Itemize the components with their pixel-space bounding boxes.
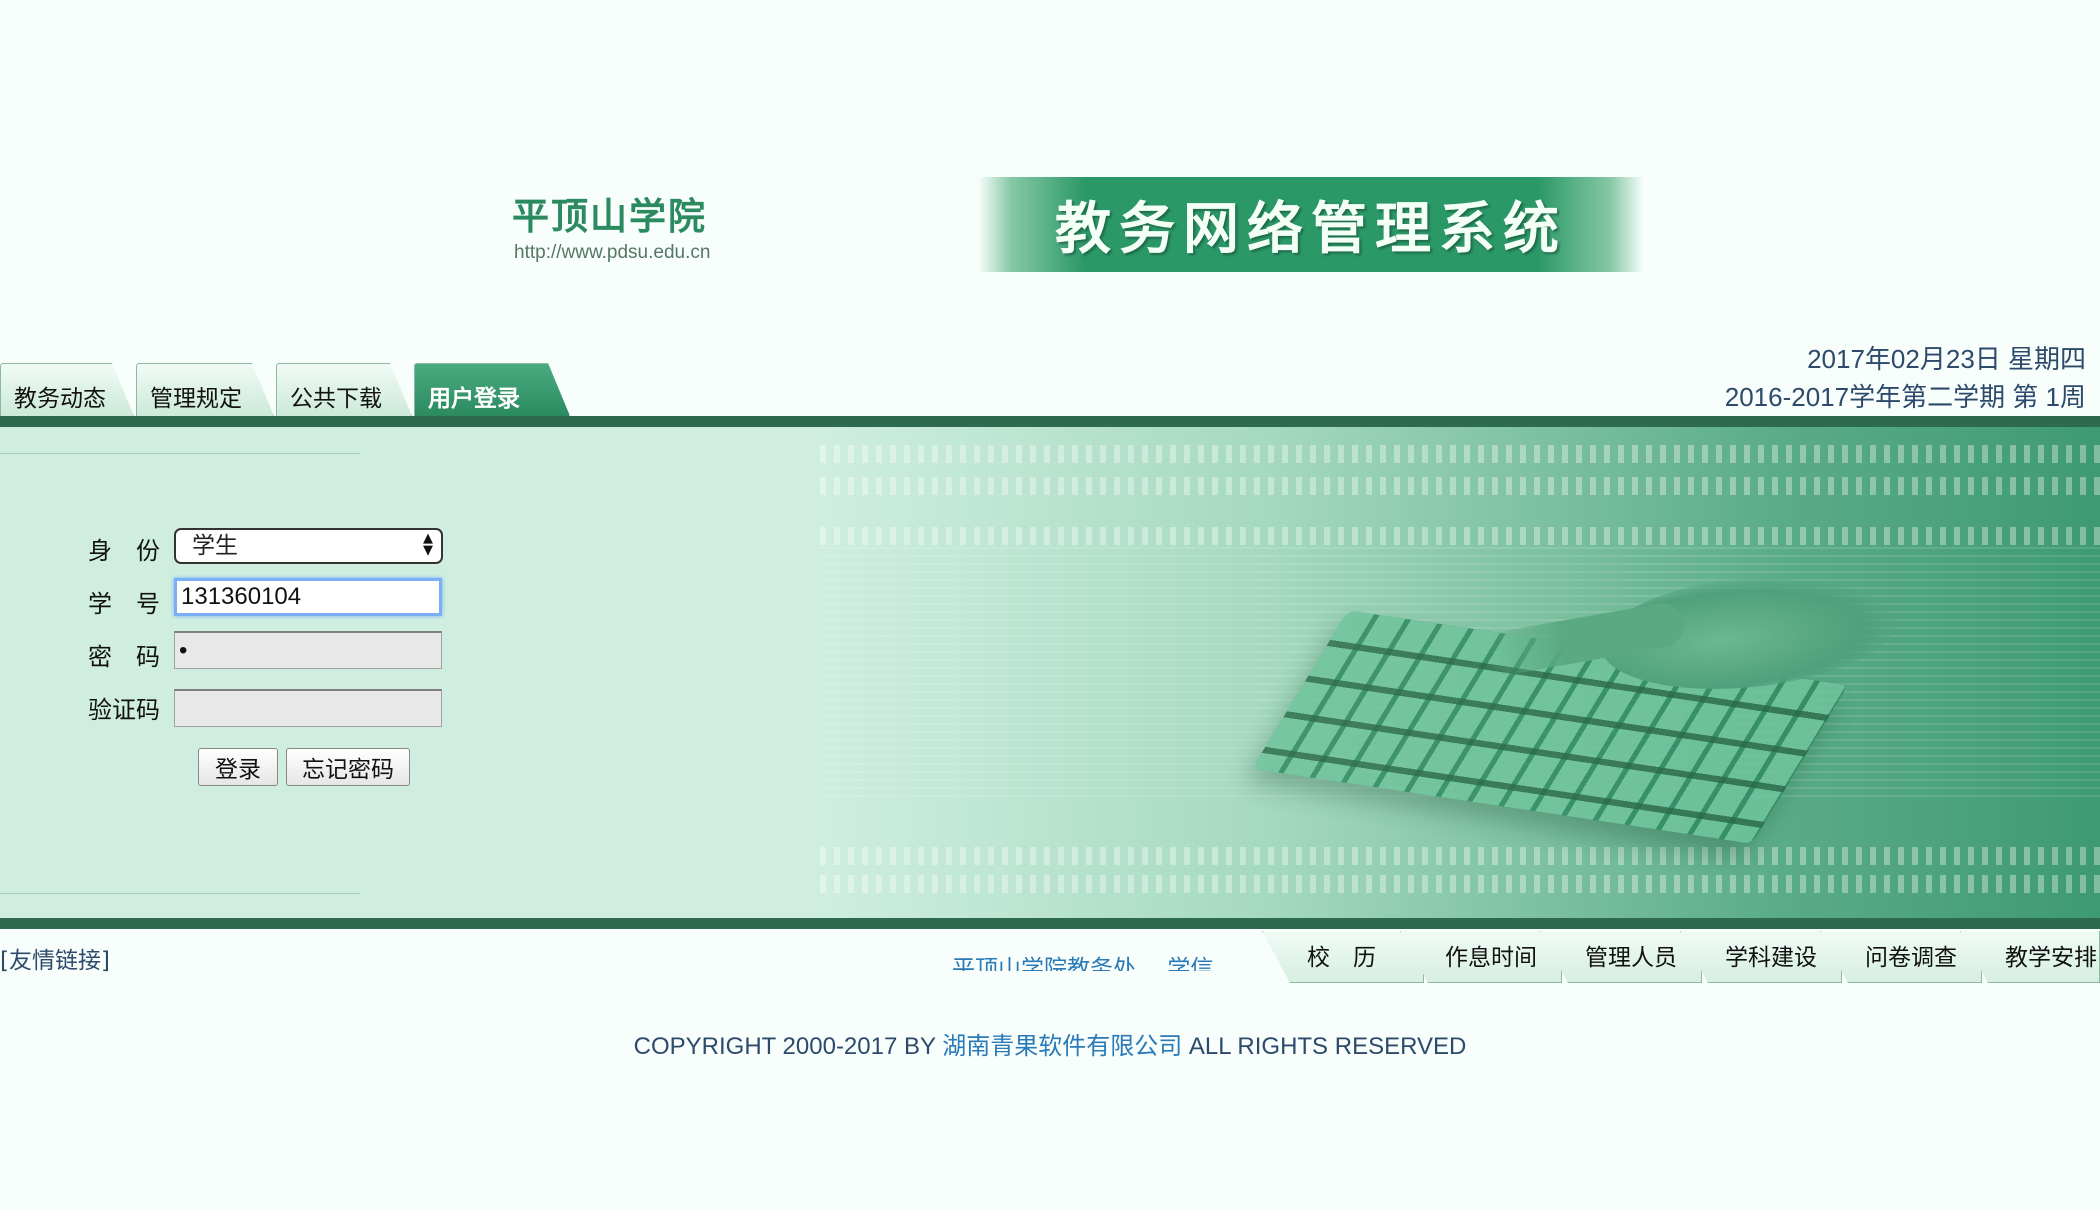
scrolling-links: 平顶山学院教务处 学信网 <box>952 951 1252 971</box>
binary-stripe <box>820 445 2100 463</box>
current-date: 2017年02月23日 星期四 <box>1807 344 2086 374</box>
identity-label: 身份 <box>88 537 160 565</box>
current-term: 2016-2017学年第二学期 第 1周 <box>1724 382 2086 412</box>
footer-tab-survey[interactable]: 问卷调查 <box>1820 931 1982 983</box>
system-title-banner: 教务网络管理系统 <box>978 177 1644 272</box>
footer-tab-discipline[interactable]: 学科建设 <box>1680 931 1842 983</box>
password-input[interactable] <box>174 631 442 669</box>
identity-select[interactable]: 学生 ▲ ▼ <box>174 528 443 564</box>
password-label: 密码 <box>88 643 160 671</box>
login-button[interactable]: 登录 <box>198 748 278 786</box>
student-id-label: 学号 <box>88 590 160 618</box>
forgot-password-button[interactable]: 忘记密码 <box>286 748 410 786</box>
school-logo: 平顶山学院 http://www.pdsu.edu.cn <box>512 186 772 276</box>
footer-tab-calendar[interactable]: 校 历 <box>1262 931 1424 983</box>
binary-stripe <box>820 527 2100 545</box>
marquee-link[interactable]: 平顶山学院教务处 <box>952 956 1136 971</box>
binary-stripe <box>820 477 2100 495</box>
captcha-input[interactable] <box>174 689 442 727</box>
footer-tab-staff[interactable]: 管理人员 <box>1540 931 1702 983</box>
copyright-prefix: COPYRIGHT 2000-2017 BY <box>633 1033 943 1060</box>
tab-user-login[interactable]: 用户登录 <box>414 363 570 416</box>
copyright-suffix: ALL RIGHTS RESERVED <box>1182 1033 1467 1060</box>
footer-tab-schedule[interactable]: 作息时间 <box>1400 931 1562 983</box>
tab-news[interactable]: 教务动态 <box>0 363 134 416</box>
captcha-label: 验证码 <box>88 696 160 724</box>
tab-downloads[interactable]: 公共下载 <box>276 363 412 416</box>
bottom-divider-bar <box>0 918 2100 929</box>
panel-bottom-rule <box>0 893 360 894</box>
school-url: http://www.pdsu.edu.cn <box>514 242 711 263</box>
panel-top-rule <box>0 453 360 454</box>
identity-selected-value: 学生 <box>192 533 238 559</box>
date-info: 2017年02月23日 星期四 2016-2017学年第二学期 第 1周 <box>1725 340 2086 416</box>
company-link[interactable]: 湖南青果软件有限公司 <box>942 1033 1182 1060</box>
select-arrows-icon: ▲ ▼ <box>423 531 433 558</box>
top-divider-bar <box>0 416 2100 427</box>
login-panel: 身份 学生 ▲▼ 学号 密码 验证码 登录 忘记密码 <box>0 427 2100 918</box>
friend-links[interactable]: [友情链接] <box>0 941 110 975</box>
binary-stripe <box>820 875 2100 893</box>
student-id-input[interactable] <box>174 578 442 616</box>
school-name: 平顶山学院 <box>512 194 707 238</box>
system-title: 教务网络管理系统 <box>1055 196 1567 262</box>
copyright: COPYRIGHT 2000-2017 BY 湖南青果软件有限公司 ALL RI… <box>0 1026 2100 1061</box>
keyboard-hero-image <box>820 427 2100 918</box>
tab-regulations[interactable]: 管理规定 <box>136 363 274 416</box>
binary-stripe <box>820 847 2100 865</box>
